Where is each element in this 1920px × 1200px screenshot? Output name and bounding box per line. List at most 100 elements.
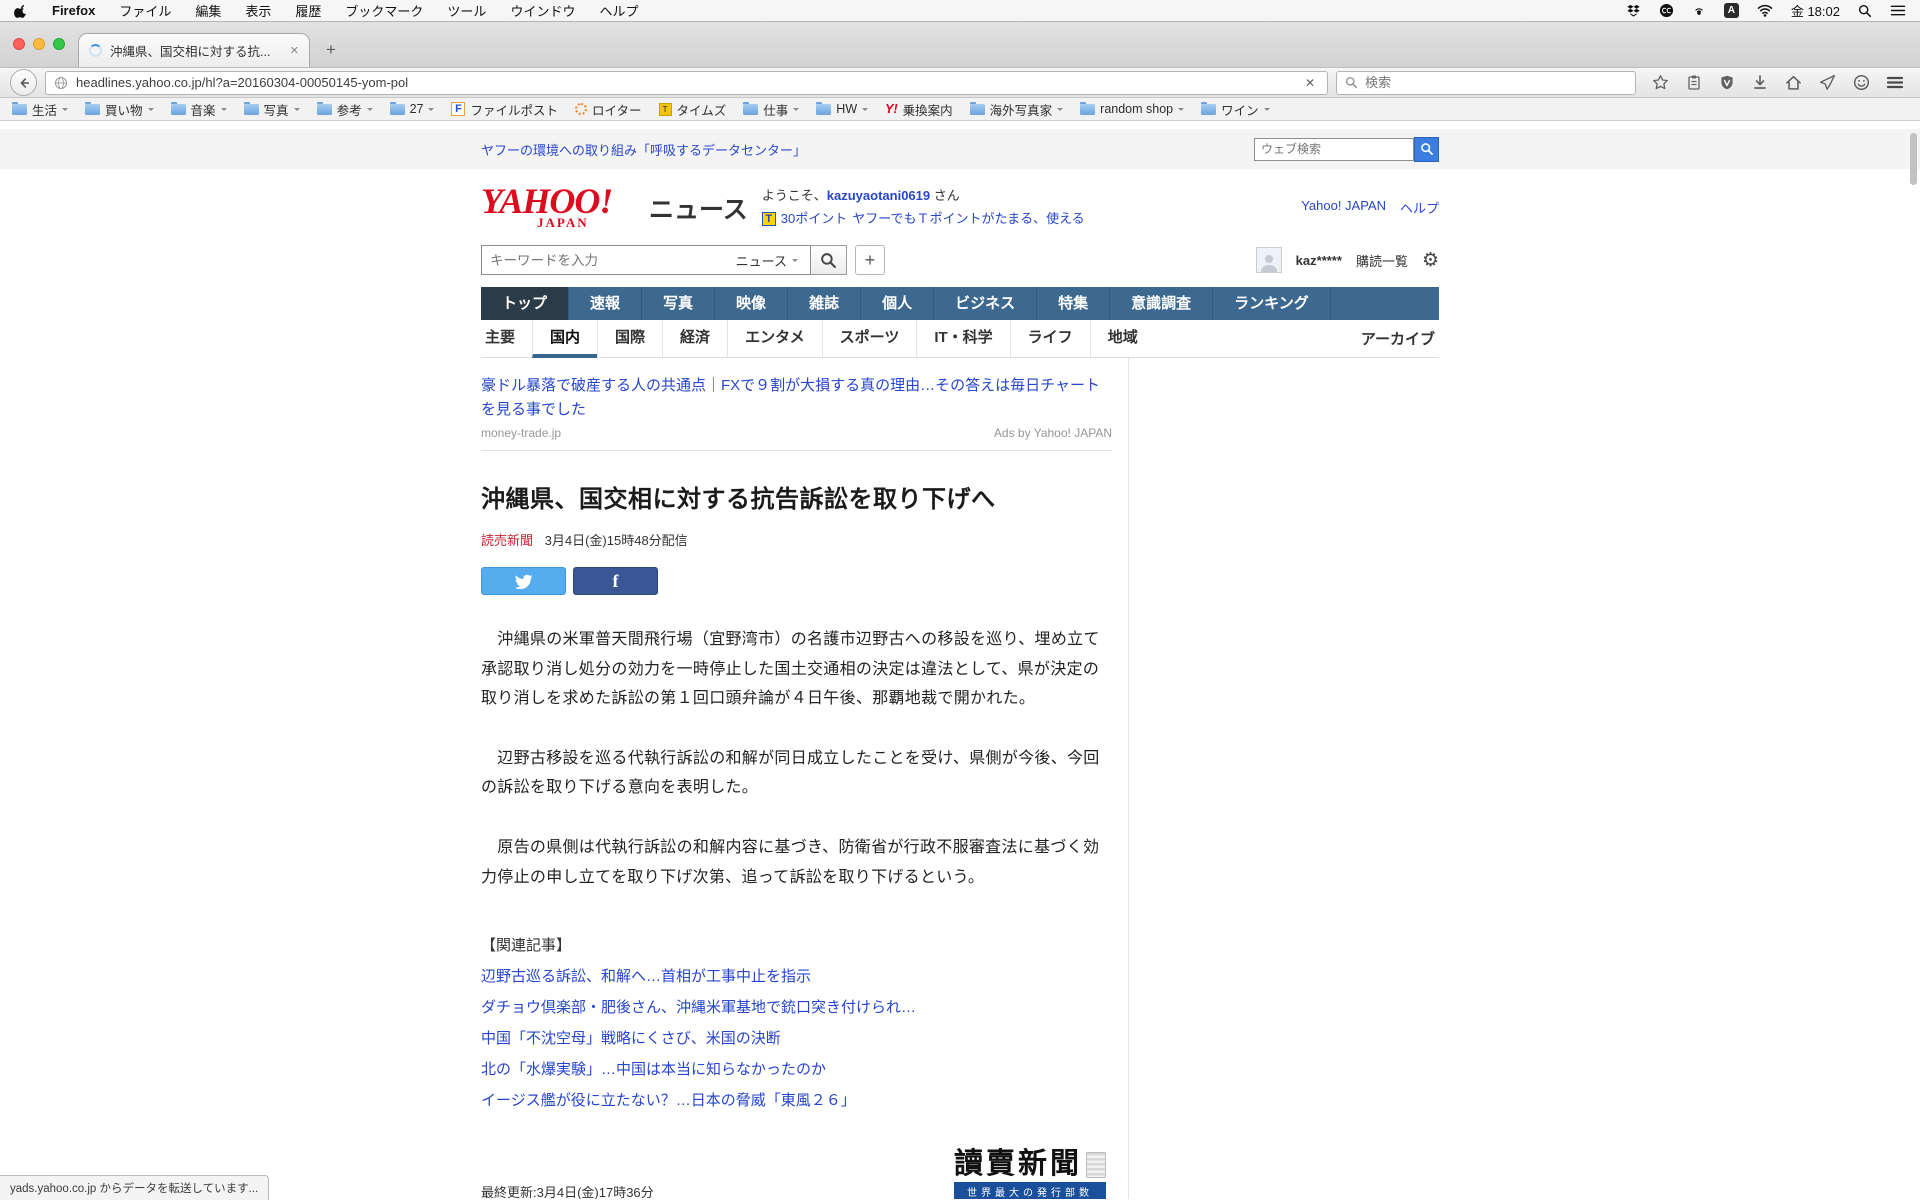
points-note-link[interactable]: ヤフーでもＴポイントがたまる、使える xyxy=(852,209,1084,229)
reading-list-icon[interactable] xyxy=(1686,74,1702,91)
bookmark-folder-reference[interactable]: 参考 xyxy=(317,100,373,119)
wireless-device-icon[interactable] xyxy=(1692,3,1706,18)
bookmark-folder-random-shop[interactable]: random shop xyxy=(1080,102,1184,116)
promo-banner-link[interactable]: ヤフーの環境への取り組み「呼吸するデータセンター」 xyxy=(481,140,806,159)
bookmark-folder-photo[interactable]: 写真 xyxy=(244,100,300,119)
nav-tab-top[interactable]: トップ xyxy=(481,287,569,320)
points-link[interactable]: 30ポイント xyxy=(781,209,847,229)
bookmark-star-icon[interactable] xyxy=(1652,74,1669,91)
article-source-link[interactable]: 読売新聞 xyxy=(481,533,533,548)
twitter-share-button[interactable] xyxy=(481,567,566,595)
window-close-button[interactable] xyxy=(13,38,25,50)
subnav-major[interactable]: 主要 xyxy=(481,320,532,358)
nav-tab-feature[interactable]: 特集 xyxy=(1037,287,1110,320)
username-link[interactable]: kazuyaotani0619 xyxy=(827,188,930,203)
news-search-button[interactable] xyxy=(811,245,847,275)
new-tab-button[interactable]: + xyxy=(318,38,344,62)
yahoo-logo[interactable]: YAHOO! JAPAN xyxy=(481,183,649,231)
browser-search-input[interactable] xyxy=(1365,75,1627,90)
wifi-icon[interactable] xyxy=(1757,4,1773,17)
bookmark-folder-work[interactable]: 仕事 xyxy=(743,100,799,119)
related-link[interactable]: 辺野古巡る訴訟、和解へ…首相が工事中止を指示 xyxy=(481,961,1112,992)
nav-tab-video[interactable]: 映像 xyxy=(715,287,788,320)
scrollbar-thumb[interactable] xyxy=(1910,133,1917,185)
subnav-life[interactable]: ライフ xyxy=(1010,320,1090,358)
tab-close-icon[interactable]: ✕ xyxy=(290,44,299,57)
url-text[interactable]: headlines.yahoo.co.jp/hl?a=20160304-0005… xyxy=(76,75,1293,90)
bookmark-transit[interactable]: Y!乗換案内 xyxy=(885,100,953,119)
menubar-item-help[interactable]: ヘルプ xyxy=(599,1,638,20)
subnav-economy[interactable]: 経済 xyxy=(662,320,727,358)
site-identity-globe-icon[interactable] xyxy=(54,76,68,90)
bookmark-folder-music[interactable]: 音楽 xyxy=(171,100,227,119)
related-link[interactable]: ダチョウ倶楽部・肥後さん、沖縄米軍基地で銃口突き付けられ… xyxy=(481,992,1112,1023)
menubar-clock[interactable]: 金 18:02 xyxy=(1791,1,1840,20)
nav-tab-magazine[interactable]: 雑誌 xyxy=(788,287,861,320)
downloads-icon[interactable] xyxy=(1752,74,1768,91)
home-icon[interactable] xyxy=(1785,74,1802,91)
address-bar[interactable]: headlines.yahoo.co.jp/hl?a=20160304-0005… xyxy=(45,71,1328,95)
notification-center-icon[interactable] xyxy=(1890,4,1906,17)
archive-link[interactable]: アーカイブ xyxy=(1361,328,1439,349)
search-scope-dropdown[interactable]: ニュース xyxy=(736,251,802,270)
web-search-input[interactable] xyxy=(1254,138,1414,161)
menubar-item-bookmarks[interactable]: ブックマーク xyxy=(345,1,423,20)
nav-tab-personal[interactable]: 個人 xyxy=(861,287,934,320)
related-link[interactable]: 北の「水爆実験」…中国は本当に知らなかったのか xyxy=(481,1054,1112,1085)
help-link[interactable]: ヘルプ xyxy=(1400,198,1439,217)
subnav-it-science[interactable]: IT・科学 xyxy=(916,320,1009,358)
bookmark-folder-life[interactable]: 生活 xyxy=(12,100,68,119)
news-search-input[interactable] xyxy=(490,253,736,268)
ads-by-label[interactable]: Ads by Yahoo! JAPAN xyxy=(994,426,1112,440)
subnav-domestic[interactable]: 国内 xyxy=(532,320,597,358)
nav-tab-photo[interactable]: 写真 xyxy=(642,287,715,320)
nav-tab-flash[interactable]: 速報 xyxy=(569,287,642,320)
back-button[interactable] xyxy=(10,69,37,96)
subnav-sports[interactable]: スポーツ xyxy=(822,320,917,358)
apple-icon[interactable] xyxy=(14,3,28,19)
bookmark-folder-27[interactable]: 27 xyxy=(390,102,435,116)
shield-icon[interactable] xyxy=(1719,74,1735,91)
dropbox-icon[interactable] xyxy=(1626,4,1641,18)
menubar-item-history[interactable]: 履歴 xyxy=(295,1,321,20)
window-zoom-button[interactable] xyxy=(53,38,65,50)
account-id[interactable]: kaz***** xyxy=(1296,253,1342,268)
nav-tab-ranking[interactable]: ランキング xyxy=(1213,287,1331,320)
window-minimize-button[interactable] xyxy=(33,38,45,50)
creative-cloud-icon[interactable] xyxy=(1659,3,1674,18)
provider-logo[interactable]: 讀賣新聞 世界最大の発行部数 xyxy=(954,1150,1106,1199)
browser-search-box[interactable] xyxy=(1336,71,1636,95)
add-keyword-button[interactable]: + xyxy=(855,245,885,275)
bookmark-reuters[interactable]: ロイター xyxy=(575,100,642,119)
bookmark-folder-wine[interactable]: ワイン xyxy=(1201,100,1270,119)
gear-icon[interactable]: ⚙ xyxy=(1422,249,1439,271)
menubar-item-file[interactable]: ファイル xyxy=(119,1,171,20)
input-method-icon[interactable]: A xyxy=(1724,3,1739,18)
related-link[interactable]: イージス艦が役に立たない？…日本の脅威「東風２６」 xyxy=(481,1085,1112,1116)
web-search-button[interactable] xyxy=(1414,137,1439,162)
yahoo-japan-link[interactable]: Yahoo! JAPAN xyxy=(1301,198,1386,217)
subscription-list-link[interactable]: 購読一覧 xyxy=(1356,251,1408,270)
stop-loading-icon[interactable]: ✕ xyxy=(1301,76,1319,90)
nav-tab-poll[interactable]: 意識調査 xyxy=(1110,287,1213,320)
menubar-item-view[interactable]: 表示 xyxy=(245,1,271,20)
facebook-share-button[interactable]: f xyxy=(573,567,658,595)
nav-tab-business[interactable]: ビジネス xyxy=(934,287,1037,320)
news-search-box[interactable]: ニュース xyxy=(481,245,811,275)
menubar-item-firefox[interactable]: Firefox xyxy=(52,3,95,18)
extension-smiley-icon[interactable] xyxy=(1853,74,1870,91)
menu-hamburger-icon[interactable] xyxy=(1886,75,1904,90)
bookmark-folder-overseas-photo[interactable]: 海外写真家 xyxy=(970,100,1064,119)
browser-tab[interactable]: 沖縄県、国交相に対する抗... ✕ xyxy=(78,33,310,67)
spotlight-icon[interactable] xyxy=(1858,4,1872,18)
bookmark-filepost[interactable]: Fファイルポスト xyxy=(451,100,558,119)
subnav-world[interactable]: 国際 xyxy=(597,320,662,358)
related-link[interactable]: 中国「不沈空母」戦略にくさび、米国の決断 xyxy=(481,1023,1112,1054)
top-ad-link[interactable]: 豪ドル暴落で破産する人の共通点｜FXで９割が大損する真の理由…その答えは毎日チャ… xyxy=(481,377,1100,418)
avatar[interactable] xyxy=(1256,247,1282,273)
share-plane-icon[interactable] xyxy=(1819,74,1836,91)
menubar-item-tools[interactable]: ツール xyxy=(447,1,486,20)
bookmark-folder-hw[interactable]: HW xyxy=(816,102,868,116)
menubar-item-edit[interactable]: 編集 xyxy=(195,1,221,20)
menubar-item-window[interactable]: ウインドウ xyxy=(510,1,575,20)
